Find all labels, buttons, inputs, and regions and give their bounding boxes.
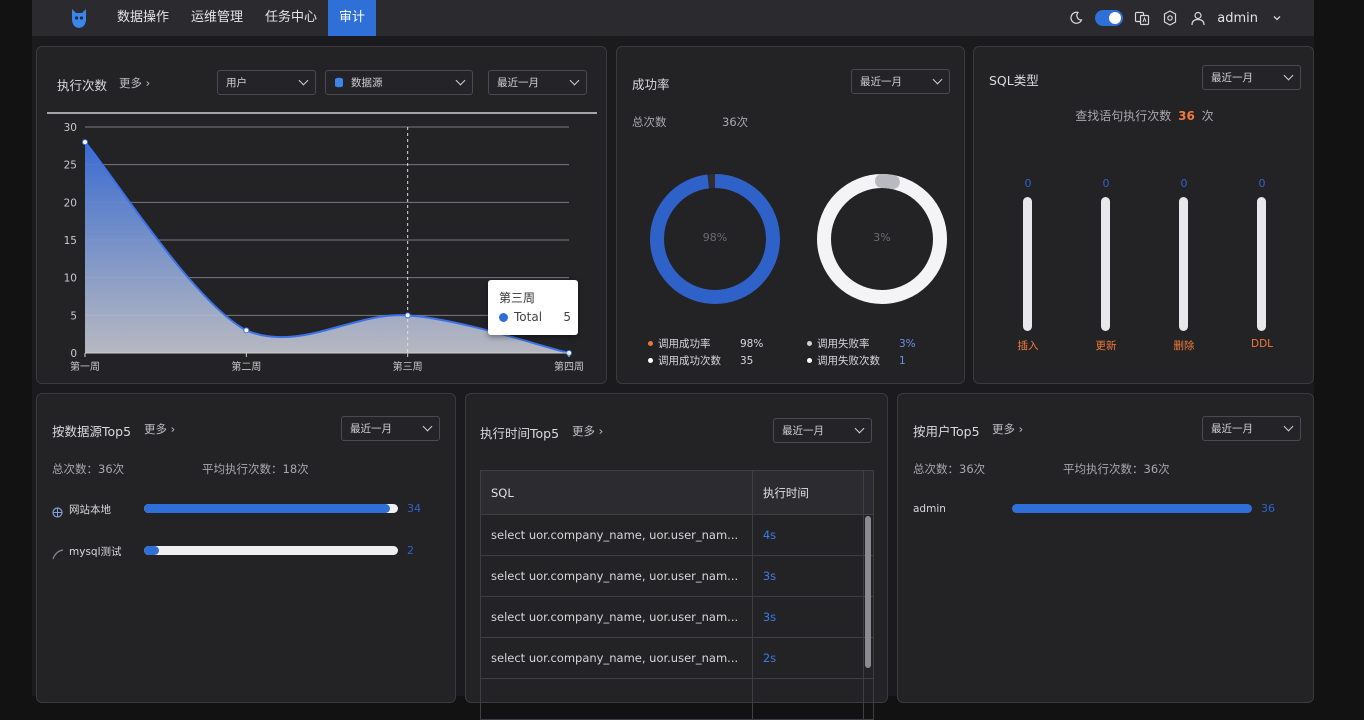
total-count: 总次数：36次 (52, 462, 125, 476)
y-tick-label: 25 (64, 160, 77, 172)
tooltip-series-dot (499, 312, 508, 322)
table-row[interactable]: select uor.company_name, uor.user_nam...… (480, 596, 874, 638)
panel-title: 执行时间Top5 (480, 426, 560, 441)
usage-bar (144, 504, 398, 513)
datasource-select[interactable]: 数据源 (325, 70, 473, 95)
settings-icon[interactable] (1161, 9, 1179, 27)
logo[interactable] (62, 0, 96, 36)
period-select[interactable]: 最近一月 (1202, 416, 1301, 441)
datasource-top5-panel: 按数据源Top5 更多 › 最近一月 总次数：36次 平均执行次数：18次 网站… (36, 393, 456, 703)
top-right-tools: admin (1067, 9, 1286, 27)
period-select[interactable]: 最近一月 (1202, 65, 1301, 90)
top-nav-bar: 数据操作 运维管理 任务中心 审计 admin (32, 0, 1314, 36)
period-select[interactable]: 最近一月 (773, 418, 872, 443)
nav-item-ops-management[interactable]: 运维管理 (180, 0, 254, 36)
more-link[interactable]: 更多 › (992, 421, 1023, 437)
database-icon (335, 77, 343, 88)
exec-count-panel: 执行次数 更多 › 用户 数据源 最近一月 0 5 10 15 20 25 30 第一周 第二周… (36, 46, 607, 384)
y-tick-label: 0 (70, 348, 77, 360)
more-link[interactable]: 更多 › (572, 423, 603, 439)
table-row[interactable] (480, 678, 874, 720)
y-tick-label: 20 (64, 197, 77, 209)
x-tick-label: 第四周 (554, 360, 584, 373)
legend-fail-count: 调用失败次数 1 (807, 353, 906, 368)
sql-type-panel: SQL类型 最近一月 查找语句执行次数 36 次 0 插入 0 更新 0 删除 … (973, 46, 1314, 384)
x-tick-label: 第二周 (231, 360, 261, 373)
table-row[interactable]: select uor.company_name, uor.user_nam...… (480, 555, 874, 597)
y-tick-label: 5 (70, 310, 77, 322)
column-header-time[interactable]: 执行时间 (751, 470, 865, 515)
mysql-icon (52, 545, 64, 564)
success-rate-panel: 成功率 最近一月 总次数 36次 98% 3% 调用成功率 98% 调用成功次数 3… (616, 46, 965, 384)
exec-count-chart: 051015202530第一周 第二周 第三周 第四周 (47, 112, 597, 373)
x-tick-label: 第三周 (393, 360, 423, 373)
tooltip-series-name: Total (514, 310, 543, 324)
nav-item-data-ops[interactable]: 数据操作 (106, 0, 180, 36)
panel-title: SQL类型 (989, 73, 1039, 88)
legend-success-rate: 调用成功率 98% (648, 336, 763, 351)
panel-title: 执行次数 (57, 78, 108, 93)
success-percent: 98% (702, 231, 728, 244)
tooltip-title: 第三周 (499, 291, 536, 305)
exec-time-top5-panel: 执行时间Top5 更多 › 最近一月 SQL 执行时间 select uor.c… (465, 393, 888, 720)
main-nav: 数据操作 运维管理 任务中心 审计 (106, 0, 377, 36)
user-icon[interactable] (1189, 9, 1207, 27)
data-point (243, 327, 250, 334)
chart-tooltip: 第三周 Total 5 (488, 280, 578, 335)
panel-title: 按数据源Top5 (52, 424, 132, 439)
tooltip-value: 5 (563, 310, 571, 324)
y-tick-label: 10 (64, 273, 77, 285)
moon-icon (1067, 9, 1085, 27)
fail-percent: 3% (873, 231, 891, 244)
y-tick-label: 30 (64, 122, 77, 134)
x-tick-label: 第一周 (70, 360, 100, 373)
column-header-sql[interactable]: SQL (480, 470, 753, 515)
user-top5-panel: 按用户Top5 更多 › 最近一月 总次数：36次 平均执行次数：36次 adm… (897, 393, 1314, 703)
y-tick-label: 15 (64, 235, 77, 247)
scrollbar-header (863, 470, 874, 515)
data-point (82, 139, 88, 146)
user-select[interactable]: 用户 (217, 70, 316, 95)
table-scrollbar[interactable] (865, 516, 871, 668)
query-count-text: 查找语句执行次数 36 次 (1075, 109, 1214, 123)
panel-title: 按用户Top5 (913, 424, 980, 439)
period-select[interactable]: 最近一月 (341, 416, 440, 441)
usage-bar (1012, 504, 1252, 513)
more-link[interactable]: 更多 › (144, 421, 175, 437)
period-select[interactable]: 最近一月 (851, 69, 950, 94)
legend-fail-rate: 调用失败率 3% (807, 336, 916, 351)
panel-title: 成功率 (632, 77, 670, 92)
avg-count: 平均执行次数：36次 (1063, 462, 1170, 476)
avg-count: 平均执行次数：18次 (202, 462, 309, 476)
exec-time-table: SQL 执行时间 select uor.company_name, uor.us… (480, 470, 874, 720)
nav-item-audit[interactable]: 审计 (328, 0, 377, 36)
data-point (404, 312, 411, 319)
app-window: 数据操作 运维管理 任务中心 审计 admin 执行次数 更多 › 用户 数据源… (32, 0, 1314, 720)
theme-toggle[interactable] (1095, 10, 1124, 26)
chevron-down-icon[interactable] (1268, 9, 1286, 27)
user-name[interactable]: admin (1217, 11, 1258, 26)
legend-success-count: 调用成功次数 35 (648, 353, 753, 368)
usage-bar (144, 546, 398, 555)
datasource-icon (52, 503, 63, 522)
total-value: 36次 (722, 115, 749, 129)
period-select[interactable]: 最近一月 (488, 70, 587, 95)
total-label: 总次数 (632, 115, 667, 129)
total-count: 总次数：36次 (913, 462, 986, 476)
table-row[interactable]: select uor.company_name, uor.user_nam...… (480, 637, 874, 679)
more-link[interactable]: 更多 › (119, 75, 150, 91)
nav-item-task-center[interactable]: 任务中心 (254, 0, 328, 36)
translate-icon[interactable] (1133, 9, 1151, 27)
table-row[interactable]: select uor.company_name, uor.user_nam...… (480, 514, 874, 556)
logo-icon (72, 9, 86, 28)
